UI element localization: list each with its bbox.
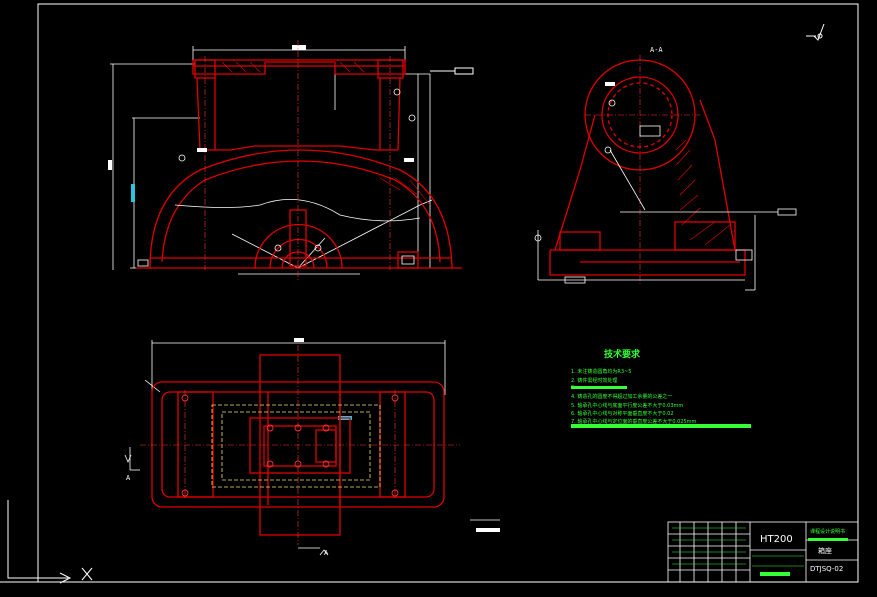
- top-view: A A: [124, 338, 500, 557]
- front-dim-marker-cyan: [131, 184, 135, 202]
- front-leader-label-a: [197, 148, 207, 152]
- front-datum-box: [454, 67, 474, 75]
- cad-drawing-canvas: A-A A A: [0, 3, 859, 584]
- roughness-symbol-icon: [806, 23, 825, 41]
- top-dim-label: [294, 338, 304, 342]
- drawing-frame: [37, 3, 859, 583]
- section-arrow-label-left: A: [126, 474, 131, 482]
- front-dim-label-left: [108, 160, 112, 170]
- title-block-name-bar: [808, 538, 848, 541]
- title-block-bottom-bar: [760, 572, 790, 576]
- section-label: A-A: [650, 46, 663, 54]
- req-highlight-bar-1: [571, 386, 627, 389]
- section-dim-label: [605, 82, 615, 86]
- front-leader-label-b: [404, 158, 414, 162]
- front-dim-label-top: [292, 45, 306, 50]
- section-view-aa: A-A: [534, 46, 797, 291]
- req-highlight-bar-2: [571, 424, 751, 428]
- top-leader-box: [476, 528, 500, 532]
- front-view: [108, 40, 474, 280]
- ucs-icon: [7, 500, 93, 584]
- section-arrow-label-bottom: A: [324, 549, 329, 557]
